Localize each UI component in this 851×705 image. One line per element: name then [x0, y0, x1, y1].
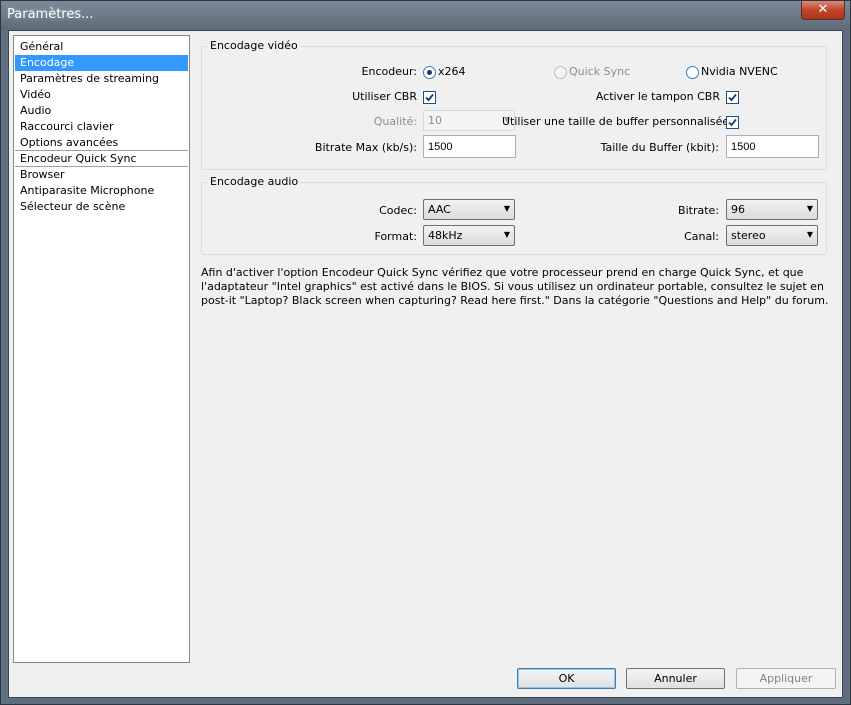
chevron-down-icon: ▼	[806, 204, 813, 213]
use-cbr-checkbox[interactable]	[423, 91, 436, 104]
audio-bitrate-value: 96	[731, 203, 745, 216]
cbr-padding-checkbox[interactable]	[726, 91, 739, 104]
custom-buffer-checkbox[interactable]	[726, 116, 739, 129]
audio-bitrate-label: Bitrate:	[678, 204, 719, 217]
close-button[interactable]: ✕	[801, 1, 845, 20]
chevron-down-icon: ▼	[503, 204, 510, 213]
apply-button: Appliquer	[736, 668, 836, 689]
radio-nvenc-label: Nvidia NVENC	[701, 65, 778, 78]
dialog-client-area: Général Encodage Paramètres de streaming…	[8, 30, 843, 698]
sidebar-item-hotkeys[interactable]: Raccourci clavier	[15, 119, 188, 135]
category-list[interactable]: Général Encodage Paramètres de streaming…	[13, 35, 190, 663]
cancel-button[interactable]: Annuler	[626, 668, 725, 689]
check-icon	[728, 118, 737, 127]
radio-quicksync-label: Quick Sync	[569, 65, 631, 78]
quality-label: Qualité:	[373, 115, 417, 128]
use-cbr-label: Utiliser CBR	[352, 90, 417, 103]
check-icon	[425, 93, 434, 102]
settings-window: Paramètres... ✕ Général Encodage Paramèt…	[0, 0, 851, 705]
encoder-label: Encodeur:	[361, 65, 417, 78]
radio-quicksync	[554, 66, 567, 79]
codec-label: Codec:	[379, 204, 417, 217]
max-bitrate-label: Bitrate Max (kb/s):	[314, 141, 417, 154]
radio-x264-label: x264	[438, 65, 466, 78]
chevron-down-icon: ▼	[806, 230, 813, 239]
audio-bitrate-select[interactable]: 96 ▼	[726, 199, 818, 220]
radio-nvenc[interactable]	[686, 66, 699, 79]
sidebar-item-general[interactable]: Général	[15, 39, 188, 55]
buffer-size-input[interactable]	[726, 135, 819, 158]
sidebar-item-streaming[interactable]: Paramètres de streaming	[15, 71, 188, 87]
buffer-size-label: Taille du Buffer (kbit):	[600, 141, 719, 154]
check-icon	[728, 93, 737, 102]
cbr-padding-label: Activer le tampon CBR	[595, 90, 720, 103]
max-bitrate-input[interactable]	[423, 135, 516, 158]
ok-button[interactable]: OK	[517, 668, 616, 689]
quicksync-info-text: Afin d'activer l'option Encodeur Quick S…	[201, 266, 829, 307]
sidebar-item-scene-switcher[interactable]: Sélecteur de scène	[15, 199, 188, 215]
quality-value: 10	[428, 114, 442, 127]
sidebar-item-quicksync[interactable]: Encodeur Quick Sync	[15, 151, 188, 167]
custom-buffer-label: Utiliser une taille de buffer personnali…	[502, 115, 730, 128]
video-encoding-group: Encodage vidéo Encodeur: x264 Quick Sync…	[201, 39, 827, 170]
sidebar-item-audio[interactable]: Audio	[15, 103, 188, 119]
format-label: Format:	[374, 230, 417, 243]
format-select[interactable]: 48kHz ▼	[423, 225, 515, 246]
codec-value: AAC	[428, 203, 451, 216]
close-icon: ✕	[817, 2, 829, 17]
codec-select[interactable]: AAC ▼	[423, 199, 515, 220]
radio-x264[interactable]	[423, 66, 436, 79]
channel-value: stereo	[731, 229, 766, 242]
audio-encoding-group: Encodage audio Codec: AAC ▼ Bitrate: 96 …	[201, 175, 827, 255]
window-title: Paramètres...	[7, 7, 94, 22]
sidebar-item-browser[interactable]: Browser	[15, 167, 188, 183]
sidebar-item-advanced[interactable]: Options avancées	[15, 135, 188, 151]
title-bar[interactable]: Paramètres... ✕	[1, 1, 850, 30]
sidebar-item-video[interactable]: Vidéo	[15, 87, 188, 103]
sidebar-item-encodage[interactable]: Encodage	[15, 55, 188, 71]
chevron-down-icon: ▼	[503, 230, 510, 239]
format-value: 48kHz	[428, 229, 463, 242]
audio-encoding-title: Encodage audio	[208, 175, 301, 188]
channel-select[interactable]: stereo ▼	[726, 225, 818, 246]
sidebar-item-noise-gate[interactable]: Antiparasite Microphone	[15, 183, 188, 199]
channel-label: Canal:	[684, 230, 719, 243]
video-encoding-title: Encodage vidéo	[208, 39, 300, 52]
